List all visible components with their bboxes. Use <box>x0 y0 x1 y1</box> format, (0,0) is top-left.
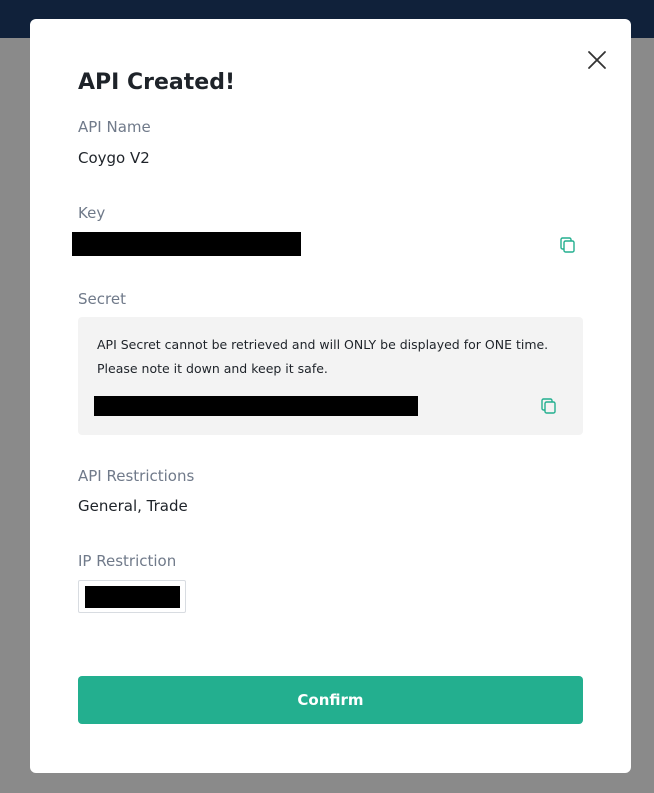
secret-warning-line-1: API Secret cannot be retrieved and will … <box>97 337 549 352</box>
api-name-value: Coygo V2 <box>78 149 150 167</box>
api-created-dialog: API Created! API Name Coygo V2 Key Secre… <box>30 19 631 773</box>
copy-icon <box>541 398 556 414</box>
close-icon <box>588 51 606 69</box>
secret-warning-line-2: Please note it down and keep it safe. <box>97 361 328 376</box>
dialog-title: API Created! <box>78 70 235 95</box>
key-label: Key <box>78 204 106 222</box>
secret-label: Secret <box>78 290 126 308</box>
api-name-label: API Name <box>78 118 151 136</box>
ip-restriction-label: IP Restriction <box>78 552 177 570</box>
api-restrictions-value: General, Trade <box>78 497 188 515</box>
key-value-redacted <box>72 232 301 256</box>
secret-panel: API Secret cannot be retrieved and will … <box>78 317 583 435</box>
ip-value-redacted <box>85 586 180 608</box>
copy-icon <box>560 237 575 253</box>
api-restrictions-label: API Restrictions <box>78 467 195 485</box>
confirm-button[interactable]: Confirm <box>78 676 583 724</box>
copy-secret-button[interactable] <box>540 397 558 415</box>
ip-restriction-value-box <box>78 580 186 613</box>
copy-key-button[interactable] <box>559 236 577 254</box>
close-button[interactable] <box>586 49 608 71</box>
secret-warning-text: API Secret cannot be retrieved and will … <box>97 333 567 381</box>
secret-value-redacted <box>94 396 418 416</box>
